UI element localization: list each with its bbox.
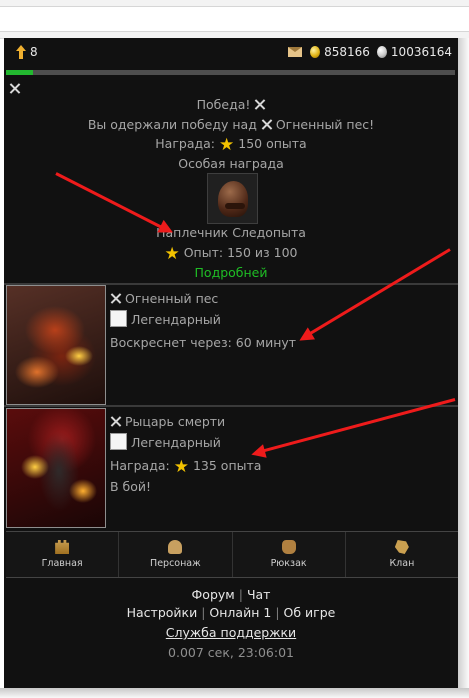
respawn-status: Воскреснет через: 60 минут [110,335,297,350]
crossed-swords-icon [110,293,121,304]
silver-amount: 10036164 [390,45,452,59]
reward-xp: 150 опыта [238,136,307,151]
bottom-nav: Главная Персонаж Рюкзак Клан [6,531,458,578]
item-xp-line: ★ Опыт: 150 из 100 [4,244,458,264]
helmet-icon [218,181,248,217]
footer-time-row: 0.007 сек, 23:06:01 [4,645,458,660]
online-link[interactable]: Онлайн 1 [209,605,271,620]
reward-label: Наградa: [155,136,216,151]
rank-image-icon [110,310,127,327]
enemy-name: Огненный пес! [275,117,375,132]
reward-line: Наградa: ★ 150 опыта [4,135,458,155]
star-icon: ★ [173,457,189,477]
fight-link[interactable]: В бой! [110,479,151,494]
won-over-text: Вы одержали победу над [87,117,257,132]
footer-support-row: Служба поддержки [4,625,458,640]
forum-link[interactable]: Форум [192,587,235,602]
gold-coin-icon [310,46,321,58]
reward-item-image[interactable] [207,173,258,224]
star-icon: ★ [219,135,235,155]
crossed-swords-icon [9,83,20,94]
nav-backpack[interactable]: Рюкзак [233,532,346,577]
nav-label: Клан [389,558,415,569]
level-indicator[interactable]: 8 [16,45,38,59]
death-knight-portrait[interactable] [6,408,106,528]
details-link[interactable]: Подробней [4,265,458,280]
chat-link[interactable]: Чат [247,587,271,602]
mob-rank: Легендарный [131,435,221,450]
nav-home[interactable]: Главная [6,532,120,577]
about-link[interactable]: Об игре [284,605,336,620]
level-value: 8 [30,45,38,59]
mob-name[interactable]: Огненный пес [125,291,218,306]
settings-link[interactable]: Настройки [127,605,198,620]
divider [4,405,458,407]
nav-label: Главная [41,558,83,569]
window-shadow-right [458,38,469,698]
render-time: 0.007 сек, 23:06:01 [168,645,294,660]
rank-image-icon [110,433,127,450]
nav-character[interactable]: Персонаж [119,532,233,577]
nav-label: Рюкзак [270,558,307,569]
backpack-icon [281,540,296,554]
silver-coin-icon [376,46,387,58]
nav-label: Персонаж [150,558,201,569]
mail-icon[interactable] [288,47,303,57]
support-link[interactable]: Служба поддержки [166,625,296,640]
victory-text: Победа! [196,97,251,112]
victory-line: Победа! [4,97,458,112]
footer-links-row2: Настройки | Онлайн 1 | Об игре [126,605,336,620]
mob-rank: Легендарный [131,312,221,327]
level-up-icon [16,45,26,59]
nav-clan[interactable]: Клан [346,532,458,577]
mob-card: Огненный пес Легендарный Воскреснет чере… [6,285,458,407]
fire-dog-portrait[interactable] [6,285,106,405]
crossed-swords-icon [261,119,272,130]
special-reward-title: Особая награда [178,156,284,171]
browser-address-field[interactable] [0,6,469,32]
item-xp: Опыт: 150 из 100 [183,245,298,260]
crossed-swords-icon [254,99,265,110]
browser-bar [0,0,469,39]
xp-progress-fill [6,70,33,75]
reward-item-name: Наплечник Следопыта [156,225,306,240]
won-over-line: Вы одержали победу над Огненный пес! [4,117,458,132]
footer-links-row1: Форум | Чат [191,587,271,602]
reward-label: Награда: [110,458,170,473]
gold-amount: 858166 [324,45,370,59]
reward-xp: 135 опыта [192,458,262,473]
lion-icon [394,540,409,554]
status-header: 8 858166 10036164 [4,38,458,66]
crossed-swords-icon [110,416,121,427]
castle-icon [55,540,70,554]
mob-name[interactable]: Рыцарь смерти [125,414,225,429]
window-shadow-bottom [0,688,469,698]
character-icon [168,540,183,554]
mob-card: Рыцарь смерти Легендарный Награда: ★ 135… [6,408,458,530]
resources: 858166 10036164 [288,45,452,59]
xp-progress-bar [6,70,455,75]
star-icon: ★ [164,244,180,264]
